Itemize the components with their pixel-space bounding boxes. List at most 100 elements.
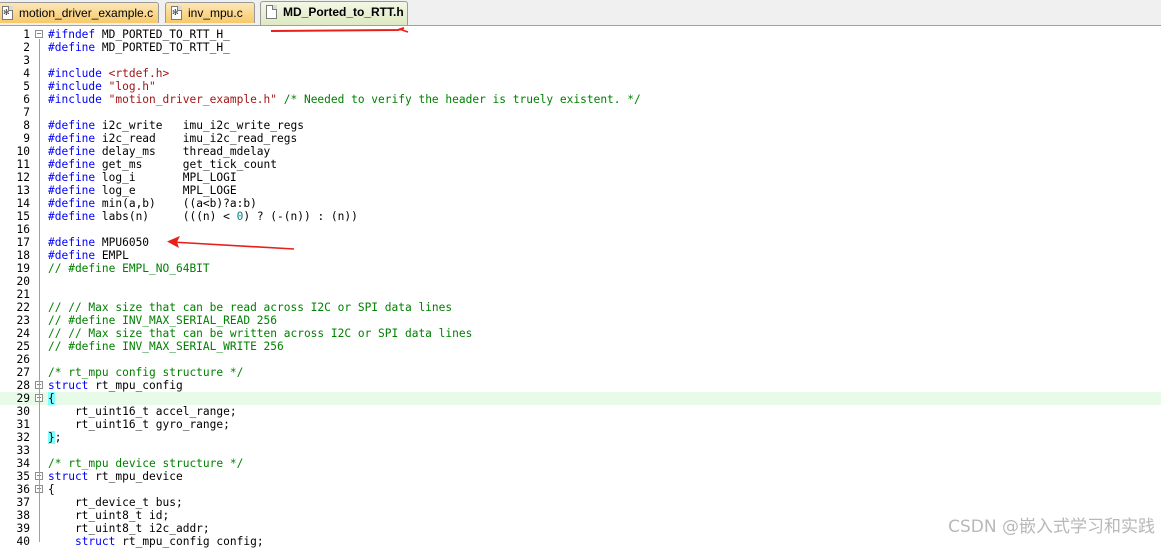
code-line[interactable]: 6 #include "motion_driver_example.h" /* N… (0, 93, 1161, 106)
code-token: rt_uint16_t accel_range; (48, 405, 237, 418)
code-token: log_e MPL_LOGE (95, 184, 237, 197)
code-text: struct rt_mpu_config config; (48, 535, 264, 548)
line-number: 5 (23, 80, 30, 93)
code-line[interactable]: 31 rt_uint16_t gyro_range; (0, 418, 1161, 431)
code-line[interactable]: 24 // // Max size that can be written acr… (0, 327, 1161, 340)
tab-motion-driver-example[interactable]: motion_driver_example.c (0, 2, 159, 23)
code-text: #define delay_ms thread_mdelay (48, 145, 270, 158)
line-number: 2 (23, 41, 30, 54)
code-token: rt_mpu_config (88, 379, 183, 392)
code-line[interactable]: 33 (0, 444, 1161, 457)
code-token: ; (54, 431, 62, 444)
code-text: #define get_ms get_tick_count (48, 158, 277, 171)
keyword-token: #include (48, 67, 102, 80)
comment-token: /* rt_mpu device structure */ (48, 457, 244, 470)
line-number: 21 (16, 288, 30, 301)
code-line[interactable]: 32}; (0, 431, 1161, 444)
code-text: /* rt_mpu device structure */ (48, 457, 243, 470)
code-token: MD_PORTED_TO_RTT_H_ (95, 28, 230, 41)
line-number: 17 (16, 236, 30, 249)
code-text: #define i2c_write imu_i2c_write_regs (48, 119, 304, 132)
code-text: rt_uint16_t gyro_range; (48, 418, 230, 431)
watermark: CSDN @嵌入式学习和实践 (948, 517, 1155, 537)
fold-toggle-icon[interactable]: − (35, 30, 43, 38)
code-line[interactable]: 13 #define log_e MPL_LOGE (0, 184, 1161, 197)
line-number: 29 (16, 392, 30, 405)
code-line[interactable]: 12 #define log_i MPL_LOGI (0, 171, 1161, 184)
line-number: 27 (16, 366, 30, 379)
code-line[interactable]: 10 #define delay_ms thread_mdelay (0, 145, 1161, 158)
c-file-icon (171, 6, 182, 20)
code-line[interactable]: 26 (0, 353, 1161, 366)
code-line[interactable]: 22 // // Max size that can be read across… (0, 301, 1161, 314)
code-text: #define labs(n) (((n) < 0) ? (-(n)) : (n… (48, 210, 358, 223)
line-number: 18 (16, 249, 30, 262)
code-line[interactable]: 1− #ifndef MD_PORTED_TO_RTT_H_ (0, 28, 1161, 41)
code-line[interactable]: 35−struct rt_mpu_device (0, 470, 1161, 483)
keyword-token: #define (48, 132, 96, 145)
line-number: 25 (16, 340, 30, 353)
code-line[interactable]: 34 /* rt_mpu device structure */ (0, 457, 1161, 470)
code-line[interactable]: 16 (0, 223, 1161, 236)
line-number: 37 (16, 496, 30, 509)
code-line[interactable]: 19 // #define EMPL_NO_64BIT (0, 262, 1161, 275)
code-token: i2c_read imu_i2c_read_regs (95, 132, 298, 145)
line-number: 33 (16, 444, 30, 457)
keyword-token: #ifndef (48, 28, 96, 41)
keyword-token: #define (48, 236, 96, 249)
code-line[interactable]: 21 (0, 288, 1161, 301)
code-line[interactable]: 30 rt_uint16_t accel_range; (0, 405, 1161, 418)
line-number: 23 (16, 314, 30, 327)
editor-tab-bar: motion_driver_example.c inv_mpu.c MD_Por… (0, 0, 1161, 26)
line-number: 26 (16, 353, 30, 366)
code-line[interactable]: 14 #define min(a,b) ((a<b)?a:b) (0, 197, 1161, 210)
line-number: 15 (16, 210, 30, 223)
line-number: 28 (16, 379, 30, 392)
code-line[interactable]: 11 #define get_ms get_tick_count (0, 158, 1161, 171)
code-text: #define log_e MPL_LOGE (48, 184, 237, 197)
tab-md-ported-to-rtt[interactable]: MD_Ported_to_RTT.h (260, 1, 408, 25)
code-line[interactable]: 20 (0, 275, 1161, 288)
code-line[interactable]: 9 #define i2c_read imu_i2c_read_regs (0, 132, 1161, 145)
code-text: #include "motion_driver_example.h" /* Ne… (48, 93, 641, 106)
code-editor[interactable]: 1− #ifndef MD_PORTED_TO_RTT_H_ 2 #define MD… (0, 26, 1161, 548)
code-token: rt_uint16_t gyro_range; (48, 418, 230, 431)
code-text: // // Max size that can be written acros… (48, 327, 472, 340)
code-token: delay_ms thread_mdelay (95, 145, 271, 158)
keyword-token: struct (74, 535, 116, 548)
code-line[interactable]: 23 // #define INV_MAX_SERIAL_READ 256 (0, 314, 1161, 327)
code-line[interactable]: 36−{ (0, 483, 1161, 496)
comment-token: // #define EMPL_NO_64BIT (48, 262, 210, 275)
code-line[interactable]: 17 #define MPU6050 (0, 236, 1161, 249)
code-line[interactable]: 25 // #define INV_MAX_SERIAL_WRITE 256 (0, 340, 1161, 353)
code-line[interactable]: 15 #define labs(n) (((n) < 0) ? (-(n)) : … (0, 210, 1161, 223)
line-number: 13 (16, 184, 30, 197)
code-line[interactable]: 3 (0, 54, 1161, 67)
comment-token: // #define INV_MAX_SERIAL_READ 256 (48, 314, 278, 327)
line-number: 14 (16, 197, 30, 210)
comment-token: // // Max size that can be written acros… (48, 327, 473, 340)
code-token: rt_mpu_config config; (115, 535, 264, 548)
tab-inv-mpu[interactable]: inv_mpu.c (165, 2, 255, 23)
code-line[interactable]: 2 #define MD_PORTED_TO_RTT_H_ (0, 41, 1161, 54)
comment-token: // // Max size that can be read across I… (48, 301, 453, 314)
matched-brace: { (48, 392, 55, 405)
code-token: labs(n) (((n) < (95, 210, 237, 223)
line-number: 12 (16, 171, 30, 184)
code-line[interactable]: 37 rt_device_t bus; (0, 496, 1161, 509)
line-number: 3 (23, 54, 30, 67)
code-line[interactable]: 28−struct rt_mpu_config (0, 379, 1161, 392)
line-number: 34 (16, 457, 30, 470)
keyword-token: #include (48, 80, 102, 93)
code-line[interactable]: 29−{ (0, 392, 1161, 405)
code-token: MPU6050 (95, 236, 150, 249)
line-number: 6 (23, 93, 30, 106)
code-line[interactable]: 7 (0, 106, 1161, 119)
code-token: min(a,b) ((a<b)?a:b) (95, 197, 257, 210)
string-token: "log.h" (101, 80, 156, 93)
code-line[interactable]: 27 /* rt_mpu config structure */ (0, 366, 1161, 379)
code-line[interactable]: 18 #define EMPL (0, 249, 1161, 262)
code-line[interactable]: 4 #include <rtdef.h> (0, 67, 1161, 80)
code-line[interactable]: 5 #include "log.h" (0, 80, 1161, 93)
code-line[interactable]: 8 #define i2c_write imu_i2c_write_regs (0, 119, 1161, 132)
